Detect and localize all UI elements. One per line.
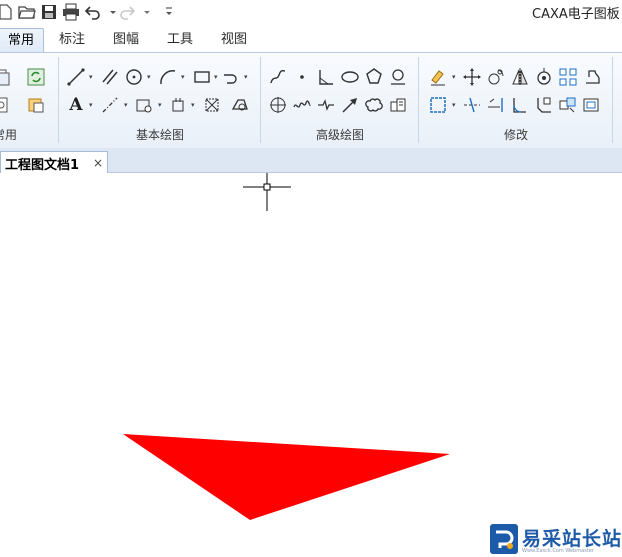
document-tab[interactable]: 工程图文档1 × [0, 151, 108, 173]
scale-icon[interactable] [534, 67, 554, 87]
tab-view[interactable]: 视图 [212, 28, 256, 52]
app-title: CAXA电子图板 [532, 7, 620, 22]
close-icon[interactable]: × [93, 156, 103, 170]
circle-center-icon[interactable] [268, 95, 288, 115]
stretch-icon[interactable] [582, 67, 602, 87]
group-label-common: 常用 [0, 128, 17, 142]
group-divider [260, 57, 261, 143]
parallel-line-icon[interactable] [100, 67, 120, 87]
chamfer-icon[interactable] [534, 95, 554, 115]
document-tab-bar: 工程图文档1 × [0, 148, 622, 173]
customize-dropdown-icon[interactable] [160, 3, 172, 21]
trim-region-icon[interactable] [202, 95, 222, 115]
watermark-logo [490, 524, 518, 554]
drawing-canvas[interactable] [0, 173, 622, 556]
ribbon-panel: 常用 ▾ ▾ ▾ ▾ ▾ A ▾ ▾ ▾ ▾ 基本绘图 [0, 52, 622, 149]
undo-icon[interactable] [84, 3, 102, 21]
watermark-subtext: Www.Easck.Com Webmaster [522, 548, 594, 554]
rotate-icon[interactable] [486, 67, 506, 87]
block-tool-icon[interactable] [168, 95, 188, 115]
hatch-dropdown-icon[interactable]: ▾ [158, 95, 164, 115]
circle-dropdown-icon[interactable]: ▾ [147, 67, 153, 87]
text-tool-icon[interactable]: A [66, 95, 86, 115]
crosshair-cursor [243, 173, 291, 211]
block-dropdown-icon[interactable]: ▾ [191, 95, 197, 115]
select-dropdown-icon[interactable]: ▾ [452, 95, 458, 115]
ribbon-tabs: 常用 标注 图幅 工具 视图 [0, 26, 622, 53]
watermark: 易采站长站 Www.Easck.Com Webmaster [488, 522, 622, 556]
cloud-tool-icon[interactable] [364, 95, 384, 115]
angle-line-icon[interactable] [316, 67, 336, 87]
spline-tool-icon[interactable] [268, 67, 288, 87]
polyline-tool-icon[interactable] [222, 67, 242, 87]
group-label-advanced-drawing: 高级绘图 [315, 128, 364, 142]
ellipse-tool-icon[interactable] [340, 67, 360, 87]
arc-tool-icon[interactable] [158, 67, 178, 87]
fillet-icon[interactable] [510, 95, 530, 115]
new-file-icon[interactable] [0, 3, 14, 21]
trim-icon[interactable] [462, 95, 482, 115]
array-icon[interactable] [558, 67, 578, 87]
gear-drawing-icon[interactable] [388, 95, 408, 115]
tab-annotation[interactable]: 标注 [50, 28, 94, 52]
eraser-dropdown-icon[interactable]: ▾ [452, 67, 458, 87]
rectangle-dropdown-icon[interactable]: ▾ [214, 67, 220, 87]
group-divider [58, 57, 59, 143]
explode-icon[interactable] [558, 95, 578, 115]
undo-dropdown-icon[interactable] [104, 3, 116, 21]
group-divider [418, 57, 419, 143]
select-window-icon[interactable] [428, 95, 448, 115]
rectangle-tool-icon[interactable] [192, 67, 212, 87]
region-tool-icon[interactable] [230, 95, 250, 115]
line-dropdown-icon[interactable]: ▾ [89, 67, 95, 87]
tab-drawing-frame[interactable]: 图幅 [104, 28, 148, 52]
group-divider [612, 57, 613, 143]
arc-dropdown-icon[interactable]: ▾ [181, 67, 187, 87]
hatch-tool-icon[interactable] [134, 95, 154, 115]
outline-tool-icon[interactable] [388, 67, 408, 87]
text-dropdown-icon[interactable]: ▾ [89, 95, 95, 115]
tab-common[interactable]: 常用 [0, 28, 44, 53]
wave-line-icon[interactable] [292, 95, 312, 115]
circle-tool-icon[interactable] [124, 67, 144, 87]
arrow-tool-icon[interactable] [340, 95, 360, 115]
mirror-icon[interactable] [510, 67, 530, 87]
properties-icon[interactable] [26, 95, 46, 115]
point-tool-icon[interactable] [292, 67, 312, 87]
clipboard-icon[interactable] [0, 95, 12, 115]
print-icon[interactable] [62, 3, 80, 21]
polygon-tool-icon[interactable] [364, 67, 384, 87]
extend-icon[interactable] [486, 95, 506, 115]
eraser-icon[interactable] [428, 67, 448, 87]
refresh-icon[interactable] [26, 67, 46, 87]
centerline-tool-icon[interactable] [100, 95, 120, 115]
redo-dropdown-icon[interactable] [138, 3, 150, 21]
tab-tools[interactable]: 工具 [158, 28, 202, 52]
watermark-text: 易采站长站 [522, 528, 622, 550]
polyline-dropdown-icon[interactable]: ▾ [244, 67, 250, 87]
move-icon[interactable] [462, 67, 482, 87]
open-folder-icon[interactable] [18, 3, 36, 21]
filled-triangle[interactable] [123, 434, 450, 520]
title-bar: CAXA电子图板 [0, 0, 622, 24]
save-icon[interactable] [40, 3, 58, 21]
copy-icon[interactable] [0, 67, 12, 87]
group-label-modify: 修改 [503, 128, 528, 142]
centerline-dropdown-icon[interactable]: ▾ [124, 95, 130, 115]
line-tool-icon[interactable] [66, 67, 86, 87]
break-line-icon[interactable] [316, 95, 336, 115]
redo-icon[interactable] [118, 3, 136, 21]
offset-icon[interactable] [582, 95, 602, 115]
group-label-basic-drawing: 基本绘图 [135, 128, 184, 142]
document-tab-label: 工程图文档1 [5, 158, 80, 173]
